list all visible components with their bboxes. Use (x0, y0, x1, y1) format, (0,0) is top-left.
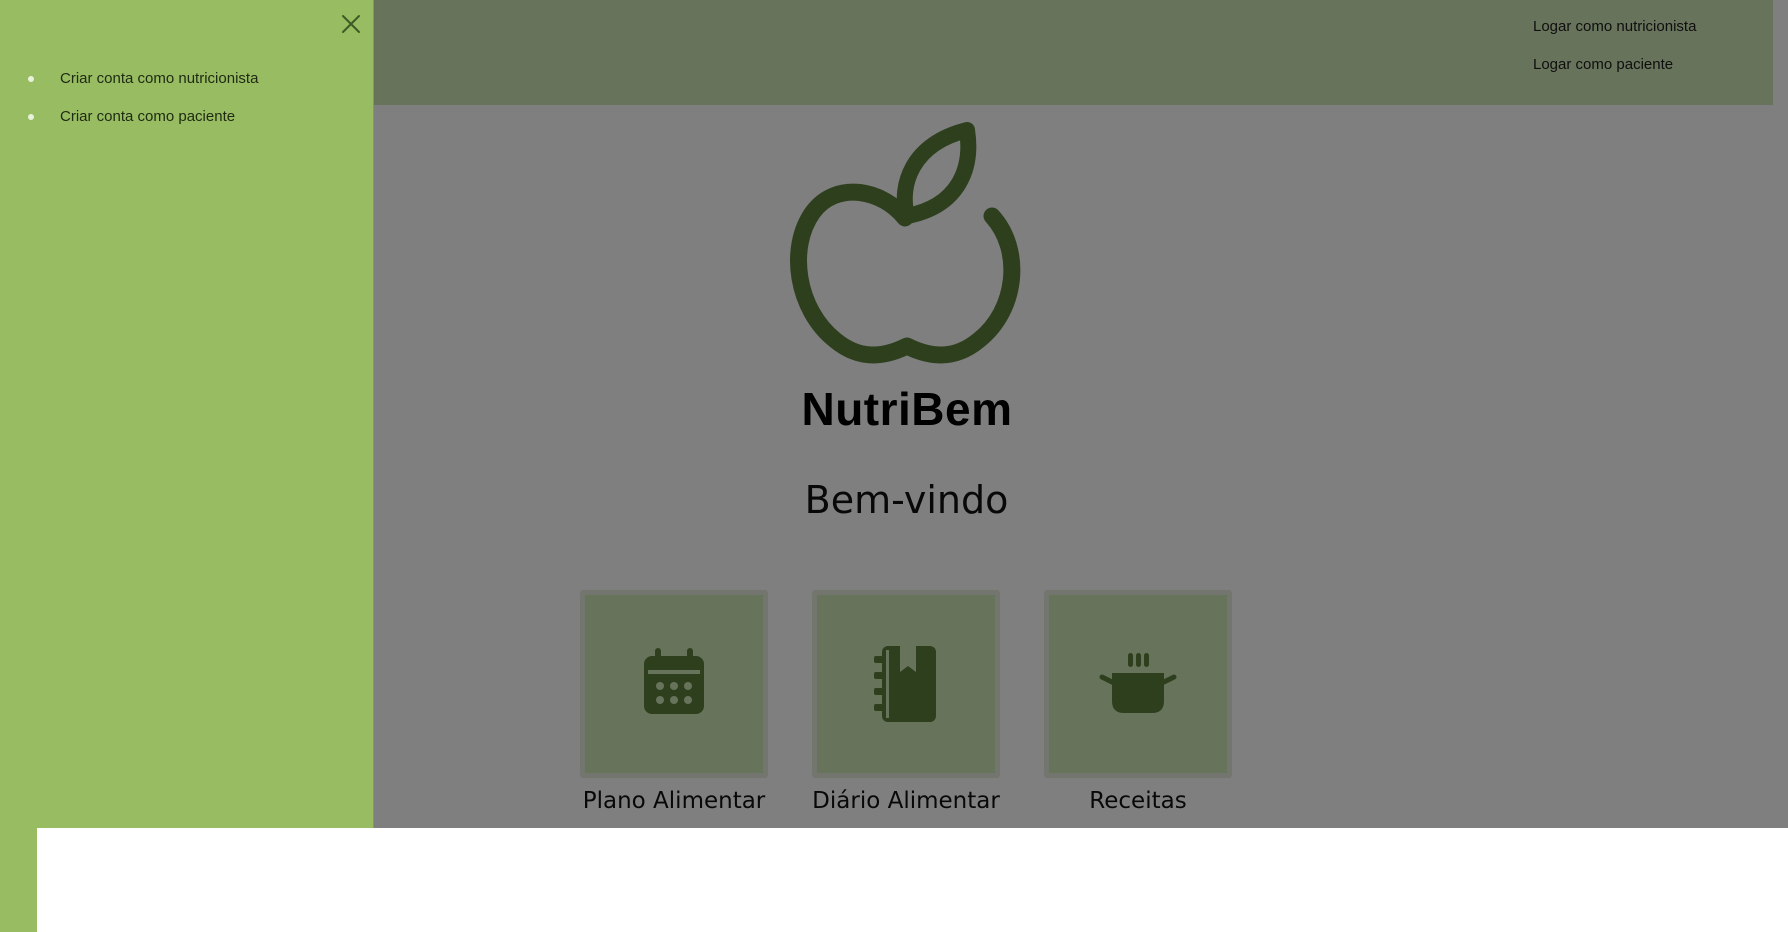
drawer-item-label: Criar conta como nutricionista (60, 70, 259, 87)
drawer-item-create-patient[interactable]: Criar conta como paciente (0, 106, 373, 144)
bullet-icon (28, 114, 34, 120)
bullet-icon (28, 76, 34, 82)
drawer-menu: Criar conta como nutricionista Criar con… (0, 68, 373, 144)
side-drawer: Criar conta como nutricionista Criar con… (0, 0, 374, 828)
close-icon[interactable] (339, 12, 363, 36)
drawer-item-create-nutritionist[interactable]: Criar conta como nutricionista (0, 68, 373, 106)
drawer-item-label: Criar conta como paciente (60, 108, 236, 125)
drawer-edge-strip (0, 828, 37, 932)
